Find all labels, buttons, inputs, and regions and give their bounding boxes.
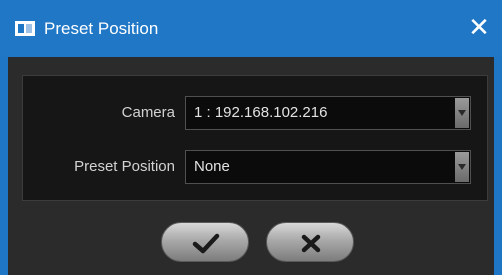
dialog-content: Camera 1 : 192.168.102.216 Preset Positi… (8, 57, 494, 275)
cancel-button[interactable] (266, 222, 354, 262)
close-icon[interactable]: ✕ (466, 15, 492, 41)
preset-position-select[interactable]: None (185, 150, 471, 184)
dialog-title: Preset Position (44, 19, 159, 38)
camera-label: Camera (121, 104, 175, 121)
settings-group: Camera 1 : 192.168.102.216 Preset Positi… (22, 75, 488, 201)
x-icon (301, 234, 321, 253)
camera-select[interactable]: 1 : 192.168.102.216 (185, 96, 471, 130)
chevron-down-icon[interactable] (455, 98, 469, 128)
preset-position-value: None (194, 158, 230, 175)
chevron-down-icon[interactable] (455, 152, 469, 182)
checkmark-icon (192, 233, 220, 254)
ok-button[interactable] (161, 222, 249, 262)
window-icon (15, 21, 35, 36)
preset-position-dialog: Preset Position ✕ Camera 1 : 192.168.102… (0, 0, 502, 275)
preset-position-label: Preset Position (74, 158, 175, 175)
title-bar: Preset Position ✕ (0, 0, 502, 57)
camera-value: 1 : 192.168.102.216 (194, 104, 328, 121)
